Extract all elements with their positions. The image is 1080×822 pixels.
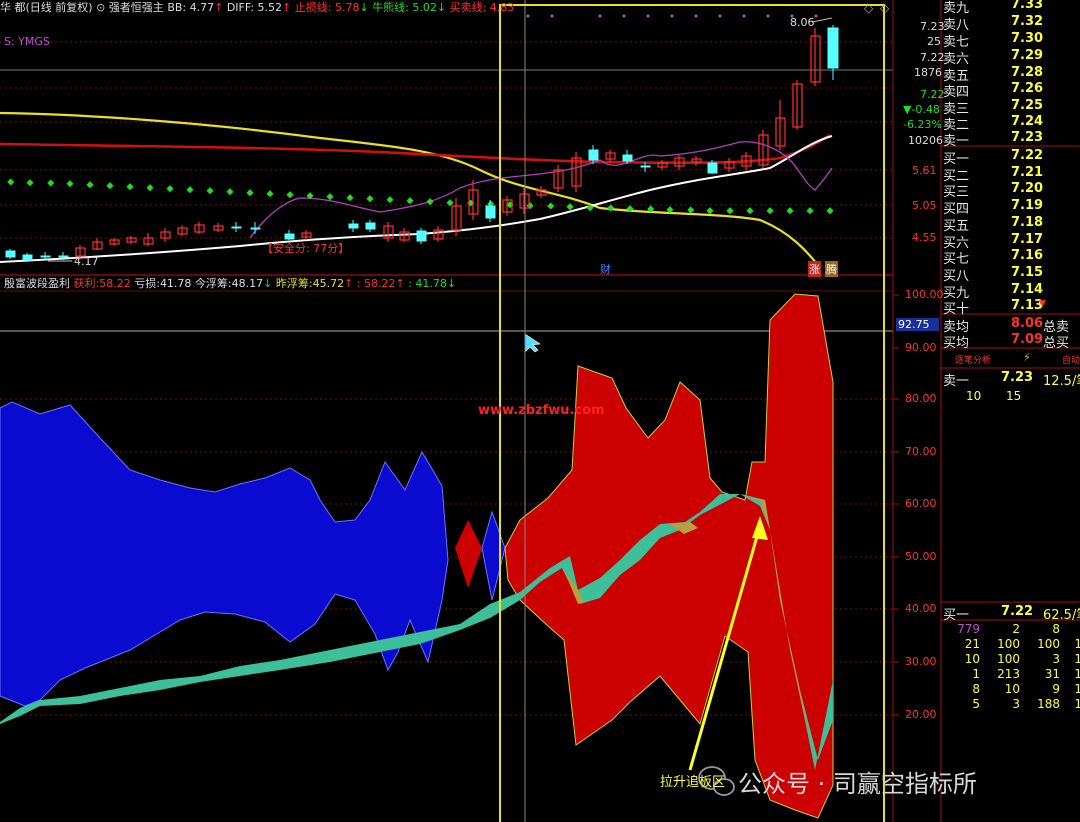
today-value: 48.17	[231, 277, 264, 290]
queue-cell: 10	[966, 389, 982, 403]
axis-label: 7.22	[920, 88, 945, 101]
buy-row[interactable]: 买四 7.19	[943, 198, 1080, 217]
axis-label: 7.22	[920, 51, 945, 64]
buy1-queue-header: 买一 7.22 62.5/笔	[943, 604, 1080, 623]
lower-indicator-pane[interactable]	[0, 293, 893, 819]
buy-row[interactable]: 买二 7.21	[943, 165, 1080, 184]
axis-label: 25	[927, 35, 941, 48]
close-icon[interactable]: ◇	[880, 1, 889, 15]
watermark-url: www.zbzfwu.com	[478, 403, 605, 418]
axis-label: -6.23%	[903, 118, 942, 131]
sell-avg-value: 8.06	[1011, 316, 1044, 331]
buy-row[interactable]: 买七 7.16	[943, 248, 1080, 267]
axis-label: 40.00	[905, 602, 937, 615]
queue-row: 21 100 100 1	[964, 637, 1080, 651]
sell-row[interactable]: 卖四 7.26	[943, 81, 1080, 100]
wechat-brand: 公众号 · 司赢空指标所	[738, 770, 977, 798]
buy-row[interactable]: 买一 7.22	[943, 148, 1080, 167]
diff-value: DIFF: 5.52	[226, 1, 283, 14]
dropdown-icon[interactable]: ⊙	[96, 1, 105, 14]
green-dot-series	[7, 178, 834, 215]
profit-value: 58.22	[99, 277, 131, 290]
axis-label: 4.55	[912, 231, 937, 244]
safety-score: 【安全分: 77分】	[262, 242, 350, 255]
tab-auto[interactable]: 自动	[1062, 353, 1080, 366]
red-ma-line	[0, 133, 831, 165]
indicator-name[interactable]: 强者恒强主	[109, 1, 164, 14]
candlesticks	[5, 25, 839, 262]
yellow-ma-line	[0, 111, 821, 269]
sell-row[interactable]: 卖一 7.23	[943, 130, 1080, 149]
axis-label: 10206	[908, 134, 943, 147]
axis-label: 50.00	[905, 550, 937, 563]
red-loss-band	[504, 293, 834, 819]
header-bar: 华 都(日线 前复权) ⊙ 强者恒强主 BB: 4.77↑ DIFF: 5.52…	[0, 1, 515, 14]
yest-value: 45.72	[312, 277, 345, 290]
sell-row[interactable]: 卖三 7.25	[943, 98, 1080, 117]
queue-cell: 15	[1006, 389, 1022, 403]
queue-row: 8 10 9 1	[972, 682, 1080, 696]
indicator-header: 殷富波段盈利 获利:58.22 亏损:41.78 今浮筹:48.17↓ 昨浮筹:…	[4, 277, 457, 290]
axis-label: 5.05	[912, 199, 937, 212]
buy-row[interactable]: 买六 7.17	[943, 232, 1080, 251]
buy-row[interactable]: 买九 7.14	[943, 282, 1080, 301]
bb-value: BB: 4.77	[167, 1, 215, 14]
stop-loss-value: 止损线: 5.78	[294, 1, 360, 14]
buy-row[interactable]: 买五 7.18	[943, 215, 1080, 234]
buy-row[interactable]: 买三 7.20	[943, 181, 1080, 200]
mouse-cursor-icon	[524, 333, 541, 353]
buy-avg-value: 7.09	[1011, 332, 1044, 347]
annotation-label: 拉升追板区	[660, 775, 726, 790]
sell1-queue-header: 卖一 7.23 12.5/笔	[943, 370, 1080, 389]
axis-label: 20.00	[905, 708, 937, 721]
settings-icon[interactable]: ◇	[864, 1, 873, 15]
axis-label: 30.00	[905, 655, 937, 668]
sell-row[interactable]: 卖八 7.32	[943, 14, 1080, 33]
buy-avg-row: 买均 7.09 总买	[943, 332, 1070, 351]
queue-row: 1 213 31 1	[972, 667, 1080, 681]
axis-label: 7.23	[920, 20, 945, 33]
event-marker-zhang: 涨	[808, 261, 821, 277]
axis-label: 70.00	[905, 445, 937, 458]
loss-value: 41.78	[159, 277, 192, 290]
axis-label: 80.00	[905, 392, 937, 405]
axis-label: 90.00	[905, 341, 937, 354]
axis-label: 1876	[914, 66, 942, 79]
bull-bear-value: 牛熊线: 5.02	[372, 1, 437, 14]
blue-band-segment	[481, 510, 506, 601]
indicator-title[interactable]: 殷富波段盈利	[4, 277, 70, 290]
sell-avg-row: 卖均 8.06 总卖	[943, 316, 1070, 335]
sell-row[interactable]: 卖七 7.30	[943, 31, 1080, 50]
axis-label: ▼-0.48	[903, 103, 940, 116]
event-marker-teng: 腾	[825, 261, 838, 277]
cursor-value-tag: 92.75	[896, 318, 939, 331]
queue-row: 5 3 188 1	[972, 697, 1080, 711]
axis-label: 5.61	[912, 164, 937, 177]
stock-name[interactable]: 华 都	[0, 1, 26, 14]
lightning-icon[interactable]: ⚡	[1023, 351, 1031, 364]
axis-label: 60.00	[905, 497, 937, 510]
sell-row[interactable]: 卖二 7.24	[943, 114, 1080, 133]
buy-row[interactable]: 买八 7.15	[943, 265, 1080, 284]
buy-row[interactable]: 买十 7.13 ▼	[943, 298, 1080, 317]
high-leader-line	[811, 17, 833, 23]
red-band-segment	[455, 520, 482, 588]
high-price-label: 8.06	[790, 16, 815, 29]
queue-row: 10 100 3 1	[964, 652, 1080, 666]
queue-row: 779 2 8	[957, 622, 1060, 636]
series-label: S: YMGS	[4, 35, 50, 48]
low-price-label: 4.17	[74, 255, 99, 268]
upper-price-pane[interactable]	[0, 14, 893, 269]
blue-profit-band	[0, 401, 449, 707]
buy-sell-value: 买卖线: 4.83	[449, 1, 515, 14]
event-marker-cai: 财	[600, 263, 611, 276]
axis-label: 100.00	[905, 288, 944, 301]
tab-order-analysis[interactable]: 逐笔分析	[955, 353, 991, 366]
period-label[interactable]: (日线 前复权)	[26, 1, 93, 14]
sell-row[interactable]: 卖九 7.33	[943, 0, 1080, 16]
sell-row[interactable]: 卖五 7.28	[943, 65, 1080, 84]
sell-row[interactable]: 卖六 7.29	[943, 48, 1080, 67]
buy1-queue-table: 779 2 8 21 100 100 1 10 100 3 1 1 213 31…	[943, 622, 1080, 712]
buy10-marker-icon: ▼	[1039, 299, 1046, 309]
